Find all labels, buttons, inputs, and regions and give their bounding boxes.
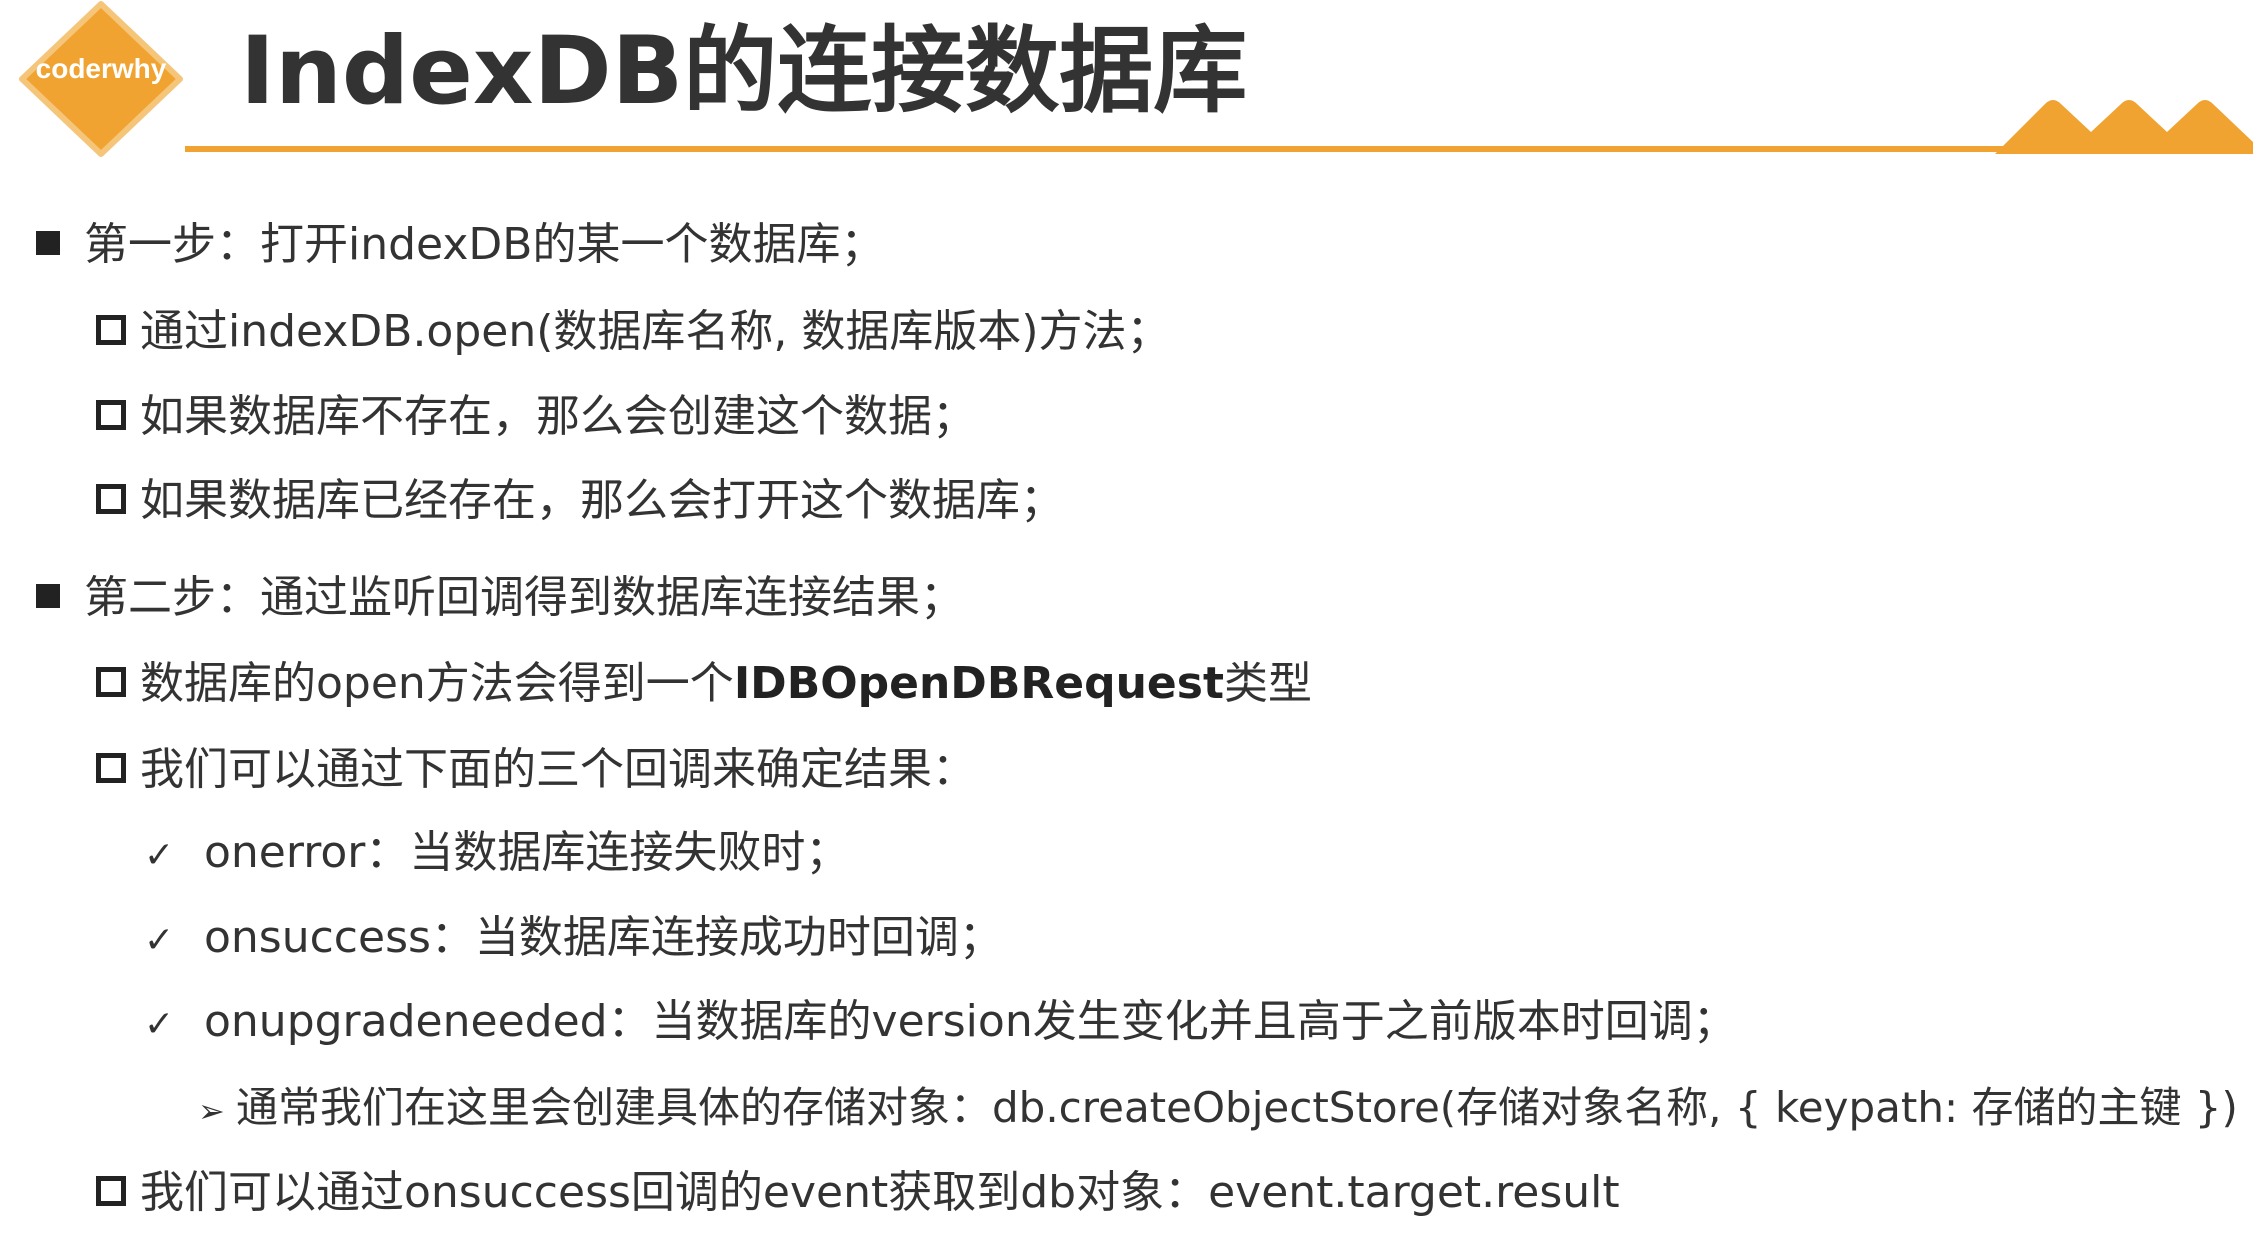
list-item-callbacks: 我们可以通过下面的三个回调来确定结果： bbox=[96, 740, 976, 800]
list-item-text: 我们可以通过onsuccess回调的event获取到db对象：event.tar… bbox=[140, 1167, 1620, 1218]
list-item-text: 通常我们在这里会创建具体的存储对象：db.createObjectStore(存… bbox=[236, 1083, 2238, 1132]
checkmark-bullet-icon: ✓ bbox=[144, 835, 175, 876]
list-item-onsuccess: ✓ onsuccess：当数据库连接成功时回调； bbox=[144, 908, 1003, 971]
mountain-decoration-icon bbox=[1995, 100, 2253, 154]
hollow-square-bullet-icon bbox=[96, 315, 126, 345]
list-item-step-one: 第一步：打开indexDB的某一个数据库； bbox=[36, 215, 884, 275]
hollow-square-bullet-icon bbox=[96, 484, 126, 514]
coderwhy-logo: coderwhy bbox=[16, 0, 186, 158]
hollow-square-bullet-icon bbox=[96, 1176, 126, 1206]
list-item-exists: 如果数据库已经存在，那么会打开这个数据库； bbox=[96, 471, 1064, 531]
list-item-text: onerror：当数据库连接失败时； bbox=[204, 827, 850, 878]
list-item-text: 第二步：通过监听回调得到数据库连接结果； bbox=[84, 572, 964, 623]
list-item-text: 第一步：打开indexDB的某一个数据库； bbox=[84, 219, 885, 270]
list-item-text: 如果数据库不存在，那么会创建这个数据； bbox=[140, 391, 976, 442]
list-item-text: 类型 bbox=[1223, 658, 1312, 709]
header-divider bbox=[185, 146, 2005, 152]
list-item-create-store: ➢ 通常我们在这里会创建具体的存储对象：db.createObjectStore(… bbox=[198, 1078, 2238, 1141]
list-item-onupgradeneeded: ✓ onupgradeneeded：当数据库的version发生变化并且高于之前版… bbox=[144, 992, 1737, 1055]
checkmark-bullet-icon: ✓ bbox=[144, 1004, 175, 1045]
checkmark-bullet-icon: ✓ bbox=[144, 920, 175, 961]
square-bullet-icon bbox=[36, 231, 60, 255]
list-item-text: 如果数据库已经存在，那么会打开这个数据库； bbox=[140, 475, 1064, 526]
square-bullet-icon bbox=[36, 584, 60, 608]
hollow-square-bullet-icon bbox=[96, 667, 126, 697]
logo-text: coderwhy bbox=[35, 53, 167, 84]
list-item-text: onupgradeneeded：当数据库的version发生变化并且高于之前版本… bbox=[204, 996, 1737, 1047]
list-item-open-method: 通过indexDB.open(数据库名称, 数据库版本)方法； bbox=[96, 302, 1171, 362]
list-item-get-db: 我们可以通过onsuccess回调的event获取到db对象：event.tar… bbox=[96, 1163, 1620, 1223]
list-item-text: 我们可以通过下面的三个回调来确定结果： bbox=[140, 744, 976, 795]
list-item-bold-text: IDBOpenDBRequest bbox=[733, 658, 1224, 709]
list-item-onerror: ✓ onerror：当数据库连接失败时； bbox=[144, 823, 849, 886]
list-item-text: 通过indexDB.open(数据库名称, 数据库版本)方法； bbox=[140, 306, 1171, 357]
list-item-text: onsuccess：当数据库连接成功时回调； bbox=[204, 912, 1003, 963]
arrow-bullet-icon: ➢ bbox=[198, 1092, 225, 1130]
slide-title: IndexDB的连接数据库 bbox=[240, 17, 1248, 126]
hollow-square-bullet-icon bbox=[96, 753, 126, 783]
hollow-square-bullet-icon bbox=[96, 400, 126, 430]
list-item-text: 数据库的open方法会得到一个 bbox=[140, 658, 734, 709]
list-item-request-type: 数据库的open方法会得到一个IDBOpenDBRequest类型 bbox=[96, 654, 1312, 714]
list-item-not-exist: 如果数据库不存在，那么会创建这个数据； bbox=[96, 387, 976, 447]
list-item-step-two: 第二步：通过监听回调得到数据库连接结果； bbox=[36, 568, 964, 628]
